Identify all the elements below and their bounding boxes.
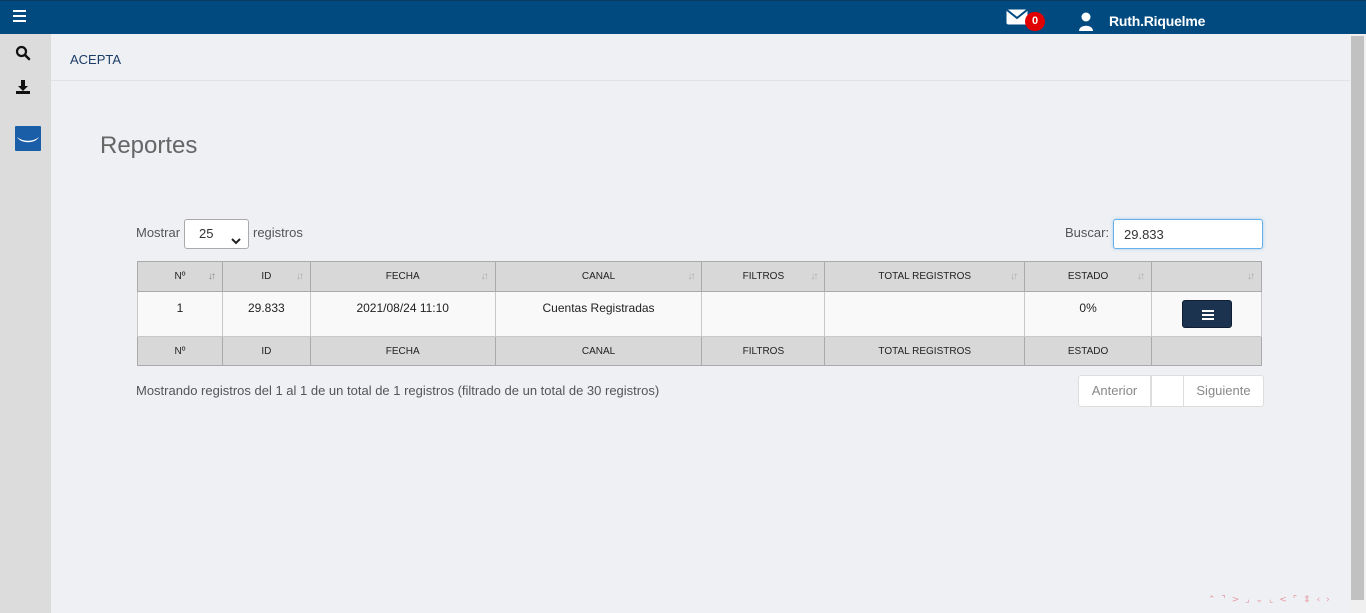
menu-icon-bar — [1201, 314, 1214, 316]
user-name[interactable]: Ruth.Riquelme — [1109, 13, 1205, 29]
sort-icon: ↓↑ — [687, 271, 695, 282]
table-row: 1 29.833 2021/08/24 11:10 Cuentas Regist… — [137, 291, 1262, 337]
footer-filtros: FILTROS — [701, 336, 826, 366]
breadcrumb-bar: ACEPTA — [51, 34, 1350, 81]
footer-canal: CANAL — [494, 336, 703, 366]
footer-total-registros: TOTAL REGISTROS — [824, 336, 1026, 366]
user-icon[interactable] — [1078, 12, 1094, 32]
sort-icon: ↓↑ — [1137, 271, 1145, 282]
logo-icon[interactable] — [15, 126, 41, 151]
length-prefix-label: Mostrar — [136, 225, 181, 240]
page-title: Reportes — [100, 132, 198, 159]
pagination: Anterior 1 Siguiente — [1078, 375, 1264, 407]
footer-fecha: FECHA — [309, 336, 496, 366]
hamburger-icon[interactable] — [13, 10, 33, 26]
search-label: Buscar: — [1065, 225, 1110, 240]
sort-icon: ↓↑ — [480, 271, 489, 282]
sidebar — [0, 34, 51, 613]
footer-estado: ESTADO — [1024, 336, 1153, 366]
table-header-row: Nº ↓↑ ID ↓↑ FECHA ↓↑ CANAL ↓↑ FILTROS ↓↑ TOTA… — [137, 261, 1262, 292]
cell-estado: 0% — [1024, 291, 1153, 337]
scrollbar-thumb[interactable] — [1351, 36, 1364, 600]
menu-icon-bar — [1201, 318, 1214, 320]
main-content: ACEPTA Reportes Mostrar 25 registros Bus… — [51, 34, 1350, 613]
column-header-total-registros[interactable]: TOTAL REGISTROS ↓↑ — [824, 261, 1026, 292]
cell-total-registros — [824, 291, 1026, 337]
previous-page-button[interactable]: Anterior — [1079, 376, 1151, 406]
sort-icon: ↓↑ — [1247, 271, 1255, 282]
decorative-arrows: ⌃⌝>⌟⌄⌞<⌜⇕‹› — [1208, 595, 1336, 605]
vertical-scrollbar[interactable] — [1350, 34, 1366, 613]
column-header-canal[interactable]: CANAL ↓↑ — [494, 261, 703, 292]
chevron-down-icon — [231, 228, 241, 256]
cell-fecha: 2021/08/24 11:10 — [309, 291, 496, 337]
search-input[interactable] — [1113, 219, 1263, 249]
table-info-text: Mostrando registros del 1 al 1 de un tot… — [136, 383, 660, 398]
sort-asc-icon: ↓↑ — [207, 271, 216, 282]
footer-n: Nº — [137, 336, 223, 366]
page-length-select[interactable]: 25 — [184, 219, 249, 249]
next-page-button[interactable]: Siguiente — [1184, 376, 1263, 406]
search-icon[interactable] — [15, 45, 31, 61]
column-header-id[interactable]: ID ↓↑ — [221, 261, 311, 292]
length-suffix-label: registros — [253, 225, 303, 240]
footer-actions — [1151, 336, 1262, 366]
row-menu-button[interactable] — [1181, 300, 1232, 328]
cell-n: 1 — [137, 291, 223, 337]
current-page-button[interactable]: 1 — [1151, 376, 1184, 406]
menu-icon-bar — [1201, 310, 1214, 312]
download-icon[interactable] — [15, 79, 31, 95]
breadcrumb[interactable]: ACEPTA — [70, 52, 121, 67]
table-footer-row: Nº ID FECHA CANAL FILTROS TOTAL REGISTRO… — [137, 336, 1262, 366]
column-header-filtros[interactable]: FILTROS ↓↑ — [701, 261, 826, 292]
cell-canal: Cuentas Registradas — [494, 291, 703, 337]
sort-icon: ↓↑ — [295, 271, 304, 282]
column-header-estado[interactable]: ESTADO ↓↑ — [1024, 261, 1153, 292]
page-length-value: 25 — [199, 226, 214, 241]
notification-count-badge: 0 — [1025, 12, 1045, 31]
sort-icon: ↓↑ — [810, 271, 818, 282]
footer-id: ID — [221, 336, 311, 366]
cell-actions — [1151, 291, 1262, 337]
reports-table: Nº ↓↑ ID ↓↑ FECHA ↓↑ CANAL ↓↑ FILTROS ↓↑ TOTA… — [137, 261, 1262, 366]
cell-id: 29.833 — [221, 291, 311, 337]
column-header-n[interactable]: Nº ↓↑ — [137, 261, 223, 292]
cell-filtros — [701, 291, 826, 337]
sort-icon: ↓↑ — [1010, 271, 1018, 282]
top-navbar: 0 Ruth.Riquelme — [0, 0, 1366, 34]
column-header-fecha[interactable]: FECHA ↓↑ — [309, 261, 496, 292]
column-header-actions[interactable]: ↓↑ — [1151, 261, 1262, 292]
